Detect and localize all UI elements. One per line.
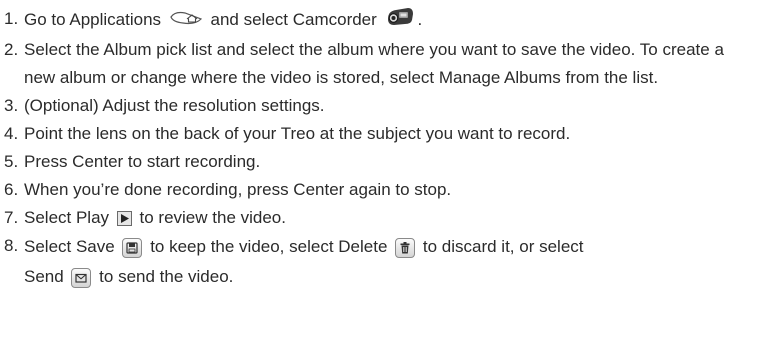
step-text: Point the lens on the back of your Treo … — [24, 124, 571, 143]
send-icon — [71, 267, 92, 288]
step-text-part: to send the video. — [99, 267, 234, 286]
list-item: 4. Point the lens on the back of your Tr… — [4, 120, 759, 148]
step-number: 8. — [4, 236, 19, 255]
step-text: Select Save to keep the video, select De… — [24, 232, 754, 292]
delete-icon — [395, 237, 416, 258]
step-text-part: Go to Applications — [24, 9, 162, 29]
step-text-part: Select Play — [24, 208, 110, 227]
list-item: 8. Select Save to keep the video, select… — [4, 232, 759, 292]
step-number: 4. — [4, 124, 19, 143]
step-text-part: and select Camcorder — [210, 9, 377, 29]
step-text-part: Select Save — [24, 237, 115, 256]
step-text: When you’re done recording, press Center… — [24, 180, 452, 199]
step-number: 1. — [4, 9, 19, 28]
step-text-part: . — [417, 9, 423, 29]
step-number: 3. — [4, 96, 19, 115]
step-number: 2. — [4, 40, 19, 59]
instruction-list: 1. Go to Applications and select Camcord… — [0, 0, 759, 292]
step-text-part: to discard it, or select — [422, 237, 584, 256]
list-item: 2. Select the Album pick list and select… — [4, 36, 759, 92]
list-item: 6. When you’re done recording, press Cen… — [4, 176, 759, 204]
save-icon — [122, 237, 143, 258]
step-text: Select Play to review the video. — [24, 204, 754, 232]
step-text-part: to keep the video, select Delete — [150, 237, 388, 256]
step-number: 6. — [4, 180, 19, 199]
camcorder-icon — [385, 5, 415, 36]
step-text: Press Center to start recording. — [24, 152, 261, 171]
play-icon — [116, 211, 132, 227]
list-item: 7. Select Play to review the video. — [4, 204, 759, 232]
step-text: Go to Applications and select Camcorder … — [24, 5, 754, 36]
step-text-part: Send — [24, 267, 64, 286]
list-item: 3. (Optional) Adjust the resolution sett… — [4, 92, 759, 120]
step-text: Select the Album pick list and select th… — [24, 40, 724, 87]
list-item: 1. Go to Applications and select Camcord… — [4, 5, 759, 36]
step-text: (Optional) Adjust the resolution setting… — [24, 96, 325, 115]
list-item: 5. Press Center to start recording. — [4, 148, 759, 176]
step-text-part: to review the video. — [139, 208, 286, 227]
step-number: 5. — [4, 152, 19, 171]
applications-home-icon — [169, 7, 203, 35]
step-number: 7. — [4, 208, 19, 227]
